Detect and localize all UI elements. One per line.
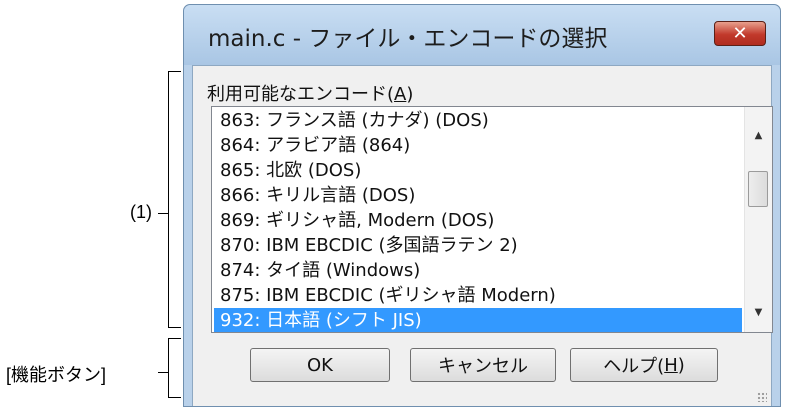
encoding-list-item[interactable]: 866: キリル言語 (DOS): [214, 183, 742, 208]
help-button[interactable]: ヘルプ(H): [570, 348, 718, 382]
available-encodings-label: 利用可能なエンコード(A): [207, 84, 414, 105]
encoding-list-item[interactable]: 932: 日本語 (シフト JIS): [214, 308, 742, 332]
ok-button[interactable]: OK: [250, 348, 390, 382]
encoding-list-item[interactable]: 863: フランス語 (カナダ) (DOS): [214, 108, 742, 133]
encoding-list-item[interactable]: 875: IBM EBCDIC (ギリシャ語 Modern): [214, 283, 742, 308]
annotation-buttons-bracket: [168, 338, 181, 398]
annotation-list-bracket: [168, 71, 181, 328]
annotation-buttons-label: [機能ボタン]: [6, 365, 107, 385]
title-bar[interactable]: main.c - ファイル・エンコードの選択 ✕: [184, 5, 780, 65]
scroll-up-arrow-icon[interactable]: ▲: [745, 121, 772, 149]
annotation-buttons-tick: [158, 372, 168, 373]
cancel-button[interactable]: キャンセル: [410, 348, 556, 382]
vertical-scrollbar[interactable]: ▲ ▼: [744, 107, 772, 332]
close-icon: ✕: [732, 22, 748, 44]
encoding-list-item[interactable]: 865: 北欧 (DOS): [214, 158, 742, 183]
encoding-list-item[interactable]: 870: IBM EBCDIC (多国語ラテン 2): [214, 233, 742, 258]
dialog-client-area: 利用可能なエンコード(A) 863: フランス語 (カナダ) (DOS) 864:…: [192, 65, 773, 406]
annotation-list-label: (1): [130, 202, 152, 222]
encoding-list: 863: フランス語 (カナダ) (DOS) 864: アラビア語 (864) 86…: [214, 108, 742, 332]
encoding-dialog: main.c - ファイル・エンコードの選択 ✕ 利用可能なエンコード(A) 8…: [183, 4, 781, 407]
annotation-list-tick: [158, 213, 168, 214]
encoding-list-item[interactable]: 874: タイ語 (Windows): [214, 258, 742, 283]
resize-grip-icon[interactable]: [757, 392, 767, 402]
scroll-down-arrow-icon[interactable]: ▼: [745, 298, 772, 326]
encoding-list-item[interactable]: 864: アラビア語 (864): [214, 133, 742, 158]
encoding-list-item[interactable]: 869: ギリシャ語, Modern (DOS): [214, 208, 742, 233]
scroll-thumb[interactable]: [748, 171, 768, 207]
close-button[interactable]: ✕: [714, 21, 766, 46]
encoding-listbox[interactable]: 863: フランス語 (カナダ) (DOS) 864: アラビア語 (864) 86…: [211, 106, 773, 333]
dialog-title: main.c - ファイル・エンコードの選択: [208, 26, 608, 52]
